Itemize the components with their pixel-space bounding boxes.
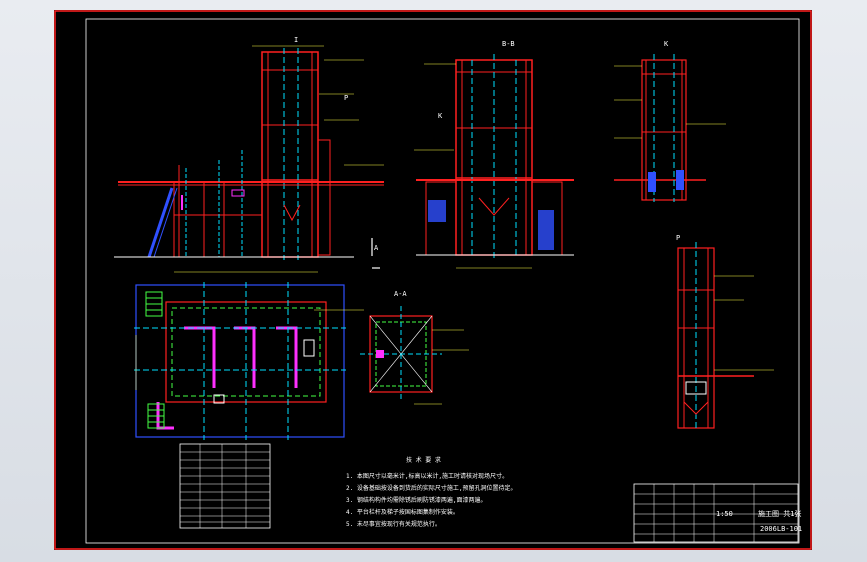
plan-view: [134, 282, 364, 440]
note-line: 2. 设备基础按设备到货后的实际尺寸施工,预留孔洞位置待定。: [346, 484, 516, 492]
view-p-title: P: [676, 234, 680, 242]
marker-i: I: [294, 36, 298, 44]
title-block-sheet-info: 施工图 共1张: [758, 509, 801, 518]
view-k: K: [614, 40, 726, 202]
notes-heading: 技 术 要 求: [406, 456, 441, 464]
note-line: 3. 钢结构构件均需除锈后刷防锈漆两遍,面漆两遍。: [346, 496, 486, 504]
section-b-title: B-B: [502, 40, 515, 48]
section-a-title: A-A: [394, 290, 407, 298]
main-elevation: I P A: [114, 36, 384, 273]
note-line: 4. 平台栏杆及梯子按国标图集制作安装。: [346, 508, 459, 516]
section-a-plan: A-A: [360, 290, 469, 405]
section-b-elevation: B-B K: [414, 40, 574, 269]
view-k-title: K: [664, 40, 669, 48]
note-line: 5. 未尽事宜按现行有关规范执行。: [346, 520, 441, 528]
technical-notes: 技 术 要 求 1. 本图尺寸以毫米计,标高以米计,施工时请核对现场尺寸。 2.…: [346, 456, 516, 528]
marker-k: K: [438, 112, 443, 120]
note-line: 1. 本图尺寸以毫米计,标高以米计,施工时请核对现场尺寸。: [346, 472, 508, 480]
marker-p: P: [344, 94, 348, 102]
sheet-outer-border: [54, 10, 812, 550]
title-block-drawing-no: 2006LB-101: [760, 525, 802, 533]
title-block-scale: 1:50: [716, 510, 733, 518]
title-block: 施工图 共1张 1:50 2006LB-101: [633, 483, 802, 543]
view-p: P: [676, 234, 774, 430]
sheet-inner-frame: [85, 18, 800, 544]
marker-a: A: [374, 244, 379, 252]
cad-viewport[interactable]: I P A B-B K K A-A P 技 术 要 求 1. 本图尺寸以毫米计,…: [54, 10, 812, 550]
cad-drawing: I P A B-B K K A-A P 技 术 要 求 1. 本图尺寸以毫米计,…: [54, 10, 812, 550]
parts-table: [179, 443, 271, 529]
